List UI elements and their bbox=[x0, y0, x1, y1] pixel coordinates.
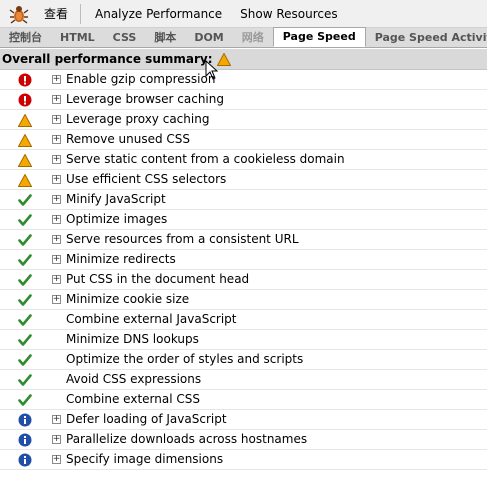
checkmark-icon bbox=[18, 313, 32, 327]
checkmark-icon bbox=[18, 253, 32, 267]
analyze-performance-button[interactable]: Analyze Performance bbox=[91, 5, 226, 23]
checkmark-icon bbox=[18, 373, 32, 387]
toolbar-separator bbox=[80, 3, 82, 24]
rule-row[interactable]: + Minify JavaScript bbox=[0, 190, 487, 210]
panel-tabs: 控制台 HTML CSS 脚本 DOM 网络 Page Speed Page S… bbox=[0, 27, 487, 48]
expand-plus-icon[interactable]: + bbox=[52, 235, 61, 244]
show-resources-button[interactable]: Show Resources bbox=[236, 5, 341, 23]
rule-label: Combine external JavaScript bbox=[66, 312, 237, 326]
rule-row: Combine external JavaScript bbox=[0, 310, 487, 330]
rule-row[interactable]: + Minimize redirects bbox=[0, 250, 487, 270]
rule-row[interactable]: + Remove unused CSS bbox=[0, 130, 487, 150]
warning-icon bbox=[18, 133, 32, 147]
rule-label[interactable]: Remove unused CSS bbox=[66, 132, 190, 146]
rule-row: Optimize the order of styles and scripts bbox=[0, 350, 487, 370]
expand-plus-icon[interactable]: + bbox=[52, 275, 61, 284]
expand-plus-icon[interactable]: + bbox=[52, 215, 61, 224]
rule-label[interactable]: Put CSS in the document head bbox=[66, 272, 249, 286]
inspect-button[interactable]: 查看 bbox=[40, 3, 72, 24]
rule-label[interactable]: Parallelize downloads across hostnames bbox=[66, 432, 307, 446]
warning-icon bbox=[18, 153, 32, 167]
checkmark-icon bbox=[18, 193, 32, 207]
tab-page-speed-activity[interactable]: Page Speed Activity bbox=[366, 28, 487, 47]
expand-plus-icon[interactable]: + bbox=[52, 115, 61, 124]
rule-row: Avoid CSS expressions bbox=[0, 370, 487, 390]
checkmark-icon bbox=[18, 353, 32, 367]
rule-label[interactable]: Serve resources from a consistent URL bbox=[66, 232, 299, 246]
expand-plus-icon[interactable]: + bbox=[52, 155, 61, 164]
rule-row[interactable]: + Serve resources from a consistent URL bbox=[0, 230, 487, 250]
rule-row[interactable]: + Defer loading of JavaScript bbox=[0, 410, 487, 430]
tab-net[interactable]: 网络 bbox=[233, 28, 273, 47]
checkmark-icon bbox=[18, 213, 32, 227]
rule-label: Optimize the order of styles and scripts bbox=[66, 352, 304, 366]
expand-plus-icon[interactable]: + bbox=[52, 455, 61, 464]
rule-label[interactable]: Serve static content from a cookieless d… bbox=[66, 152, 345, 166]
warning-icon bbox=[18, 173, 32, 187]
firebug-toolbar: 查看 Analyze Performance Show Resources bbox=[0, 0, 487, 28]
rule-label[interactable]: Defer loading of JavaScript bbox=[66, 412, 227, 426]
tab-css[interactable]: CSS bbox=[104, 28, 146, 47]
warning-icon bbox=[18, 113, 32, 127]
rule-row[interactable]: + Leverage proxy caching bbox=[0, 110, 487, 130]
rule-row[interactable]: + Minimize cookie size bbox=[0, 290, 487, 310]
rule-label[interactable]: Use efficient CSS selectors bbox=[66, 172, 226, 186]
rule-row[interactable]: + Enable gzip compression bbox=[0, 70, 487, 90]
expand-plus-icon[interactable]: + bbox=[52, 175, 61, 184]
info-icon bbox=[18, 453, 32, 467]
tab-dom[interactable]: DOM bbox=[185, 28, 232, 47]
expand-plus-icon[interactable]: + bbox=[52, 295, 61, 304]
rule-row[interactable]: + Serve static content from a cookieless … bbox=[0, 150, 487, 170]
rule-label[interactable]: Minify JavaScript bbox=[66, 192, 166, 206]
tab-page-speed[interactable]: Page Speed bbox=[272, 27, 366, 47]
error-icon bbox=[18, 73, 32, 87]
rule-label[interactable]: Enable gzip compression bbox=[66, 72, 215, 86]
rule-label: Avoid CSS expressions bbox=[66, 372, 202, 386]
expand-plus-icon[interactable]: + bbox=[52, 255, 61, 264]
error-icon bbox=[18, 93, 32, 107]
rules-list: + Enable gzip compression + Leverage browse… bbox=[0, 70, 487, 470]
checkmark-icon bbox=[18, 393, 32, 407]
checkmark-icon bbox=[18, 293, 32, 307]
checkmark-icon bbox=[18, 273, 32, 287]
checkmark-icon bbox=[18, 233, 32, 247]
performance-summary-header: Overall performance summary: bbox=[0, 49, 487, 70]
rule-label[interactable]: Leverage browser caching bbox=[66, 92, 224, 106]
firebug-bug-icon[interactable] bbox=[8, 3, 30, 25]
rule-label[interactable]: Leverage proxy caching bbox=[66, 112, 209, 126]
tab-html[interactable]: HTML bbox=[51, 28, 104, 47]
expand-plus-icon[interactable]: + bbox=[52, 135, 61, 144]
rule-label[interactable]: Specify image dimensions bbox=[66, 452, 223, 466]
rule-label: Minimize DNS lookups bbox=[66, 332, 199, 346]
rule-label[interactable]: Minimize cookie size bbox=[66, 292, 189, 306]
rule-row: Minimize DNS lookups bbox=[0, 330, 487, 350]
rule-row: Combine external CSS bbox=[0, 390, 487, 410]
rule-row[interactable]: + Specify image dimensions bbox=[0, 450, 487, 470]
summary-label: Overall performance summary: bbox=[2, 52, 213, 66]
expand-plus-icon[interactable]: + bbox=[52, 415, 61, 424]
tab-console[interactable]: 控制台 bbox=[0, 28, 51, 47]
expand-plus-icon[interactable]: + bbox=[52, 435, 61, 444]
expand-plus-icon[interactable]: + bbox=[52, 75, 61, 84]
expand-plus-icon[interactable]: + bbox=[52, 95, 61, 104]
expand-plus-icon[interactable]: + bbox=[52, 195, 61, 204]
tab-script[interactable]: 脚本 bbox=[145, 28, 185, 47]
rule-label: Combine external CSS bbox=[66, 392, 200, 406]
rule-label[interactable]: Minimize redirects bbox=[66, 252, 176, 266]
rule-label[interactable]: Optimize images bbox=[66, 212, 167, 226]
rule-row[interactable]: + Use efficient CSS selectors bbox=[0, 170, 487, 190]
info-icon bbox=[18, 433, 32, 447]
rule-row[interactable]: + Optimize images bbox=[0, 210, 487, 230]
info-icon bbox=[18, 413, 32, 427]
rule-row[interactable]: + Put CSS in the document head bbox=[0, 270, 487, 290]
checkmark-icon bbox=[18, 333, 32, 347]
rule-row[interactable]: + Parallelize downloads across hostnames bbox=[0, 430, 487, 450]
rule-row[interactable]: + Leverage browser caching bbox=[0, 90, 487, 110]
